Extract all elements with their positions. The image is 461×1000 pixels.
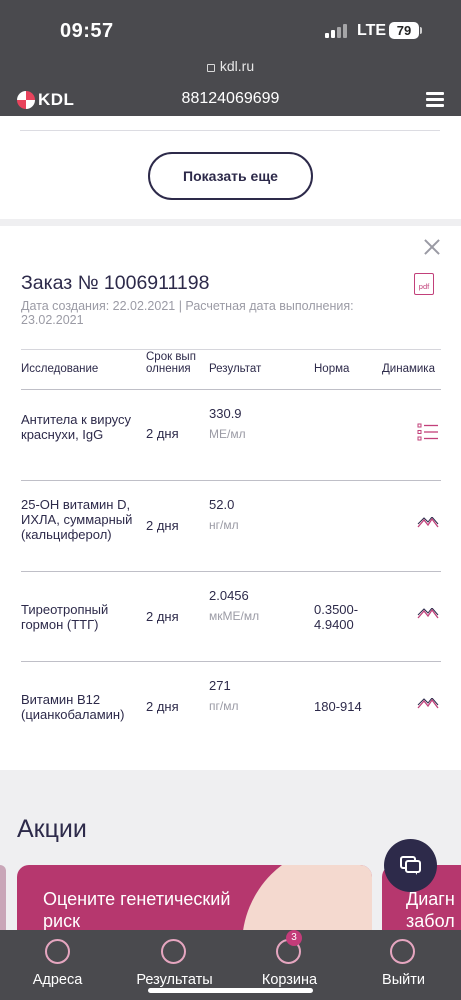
row-result-unit: нг/мл [209, 518, 239, 532]
nav-addresses[interactable]: Адреса [0, 930, 115, 1000]
battery-tip [420, 27, 422, 34]
row-study: Тиреотропный гормон (ТТГ) [21, 602, 109, 632]
chat-icon [400, 856, 421, 875]
row-result-unit: пг/мл [209, 699, 239, 713]
site-header: KDL 88124069699 [0, 84, 461, 116]
row-term: 2 дня [146, 426, 179, 441]
row-result-unit: мкМЕ/мл [209, 609, 260, 623]
table-row: Тиреотропный гормон (ТТГ) 2 дня 2.0456 м… [21, 571, 441, 662]
promo-card-next-text: Диагн забол [406, 889, 455, 931]
row-study: Витамин B12 (цианкобаламин) [21, 692, 125, 722]
chart-icon[interactable] [417, 517, 439, 529]
lock-icon [206, 64, 215, 72]
nav-label: Корзина [261, 972, 318, 988]
row-term: 2 дня [146, 699, 179, 714]
signal-icon [325, 24, 349, 38]
nav-label: Результаты [136, 972, 213, 988]
row-result-unit: МЕ/мл [209, 427, 246, 441]
user-icon [390, 939, 415, 964]
order-card: Заказ № 1006911198 pdf Дата создания: 22… [0, 226, 461, 770]
col-norm: Норма [314, 363, 350, 375]
url-text: kdl.ru [219, 58, 255, 74]
row-norm: 180-914 [314, 699, 362, 714]
chat-button[interactable] [384, 839, 437, 892]
hamburger-menu-icon[interactable] [426, 92, 444, 107]
url-bar[interactable]: kdl.ru [0, 58, 461, 84]
cart-badge: 3 [286, 930, 302, 946]
row-term: 2 дня [146, 609, 179, 624]
table-row: Витамин B12 (цианкобаламин) 2 дня 271 пг… [21, 661, 441, 752]
row-norm: 0.3500-4.9400 [314, 602, 359, 632]
divider [20, 130, 440, 131]
chart-icon[interactable] [417, 698, 439, 710]
order-title: Заказ № 1006911198 [21, 272, 210, 294]
chart-icon[interactable] [417, 608, 439, 620]
list-icon[interactable] [417, 423, 439, 441]
pdf-icon[interactable]: pdf [414, 273, 434, 295]
location-icon [45, 939, 70, 964]
nav-label: Выйти [382, 972, 425, 988]
status-time: 09:57 [60, 20, 114, 42]
col-result: Результат [209, 363, 262, 375]
row-result-value: 330.9 [209, 406, 242, 421]
results-icon [161, 939, 186, 964]
row-result-value: 2.0456 [209, 588, 249, 603]
header-phone-link[interactable]: 88124069699 [0, 90, 461, 108]
order-dates: Дата создания: 22.02.2021 | Расчетная да… [21, 299, 354, 327]
col-term: Срок выполнения [146, 351, 196, 375]
col-study: Исследование [21, 363, 99, 375]
battery-icon: 79 [389, 22, 419, 39]
nav-logout[interactable]: Выйти [346, 930, 461, 1000]
nav-label: Адреса [32, 972, 83, 988]
row-study: 25-OH витамин D, ИХЛА, суммарный (кальци… [21, 497, 133, 542]
network-type: LTE [357, 22, 387, 39]
status-bar: 09:57 LTE 79 [0, 0, 461, 58]
home-indicator[interactable] [148, 988, 313, 993]
table-row: 25-OH витамин D, ИХЛА, суммарный (кальци… [21, 480, 441, 571]
table-row: Антитела к вирусу краснухи, IgG 2 дня 33… [21, 389, 441, 480]
row-term: 2 дня [146, 518, 179, 533]
close-icon[interactable] [424, 239, 440, 255]
show-more-button[interactable]: Показать еще [148, 152, 313, 200]
orders-list-card: Показать еще [0, 116, 461, 219]
row-result-value: 271 [209, 678, 231, 693]
row-study: Антитела к вирусу краснухи, IgG [21, 412, 132, 442]
table-header: Исследование Срок выполнения Результат Н… [21, 349, 441, 382]
promo-section-title: Акции [17, 815, 87, 843]
promo-card-text: Оцените генетический риск [43, 889, 231, 931]
row-result-value: 52.0 [209, 497, 235, 512]
col-dynamics: Динамика [382, 363, 435, 375]
